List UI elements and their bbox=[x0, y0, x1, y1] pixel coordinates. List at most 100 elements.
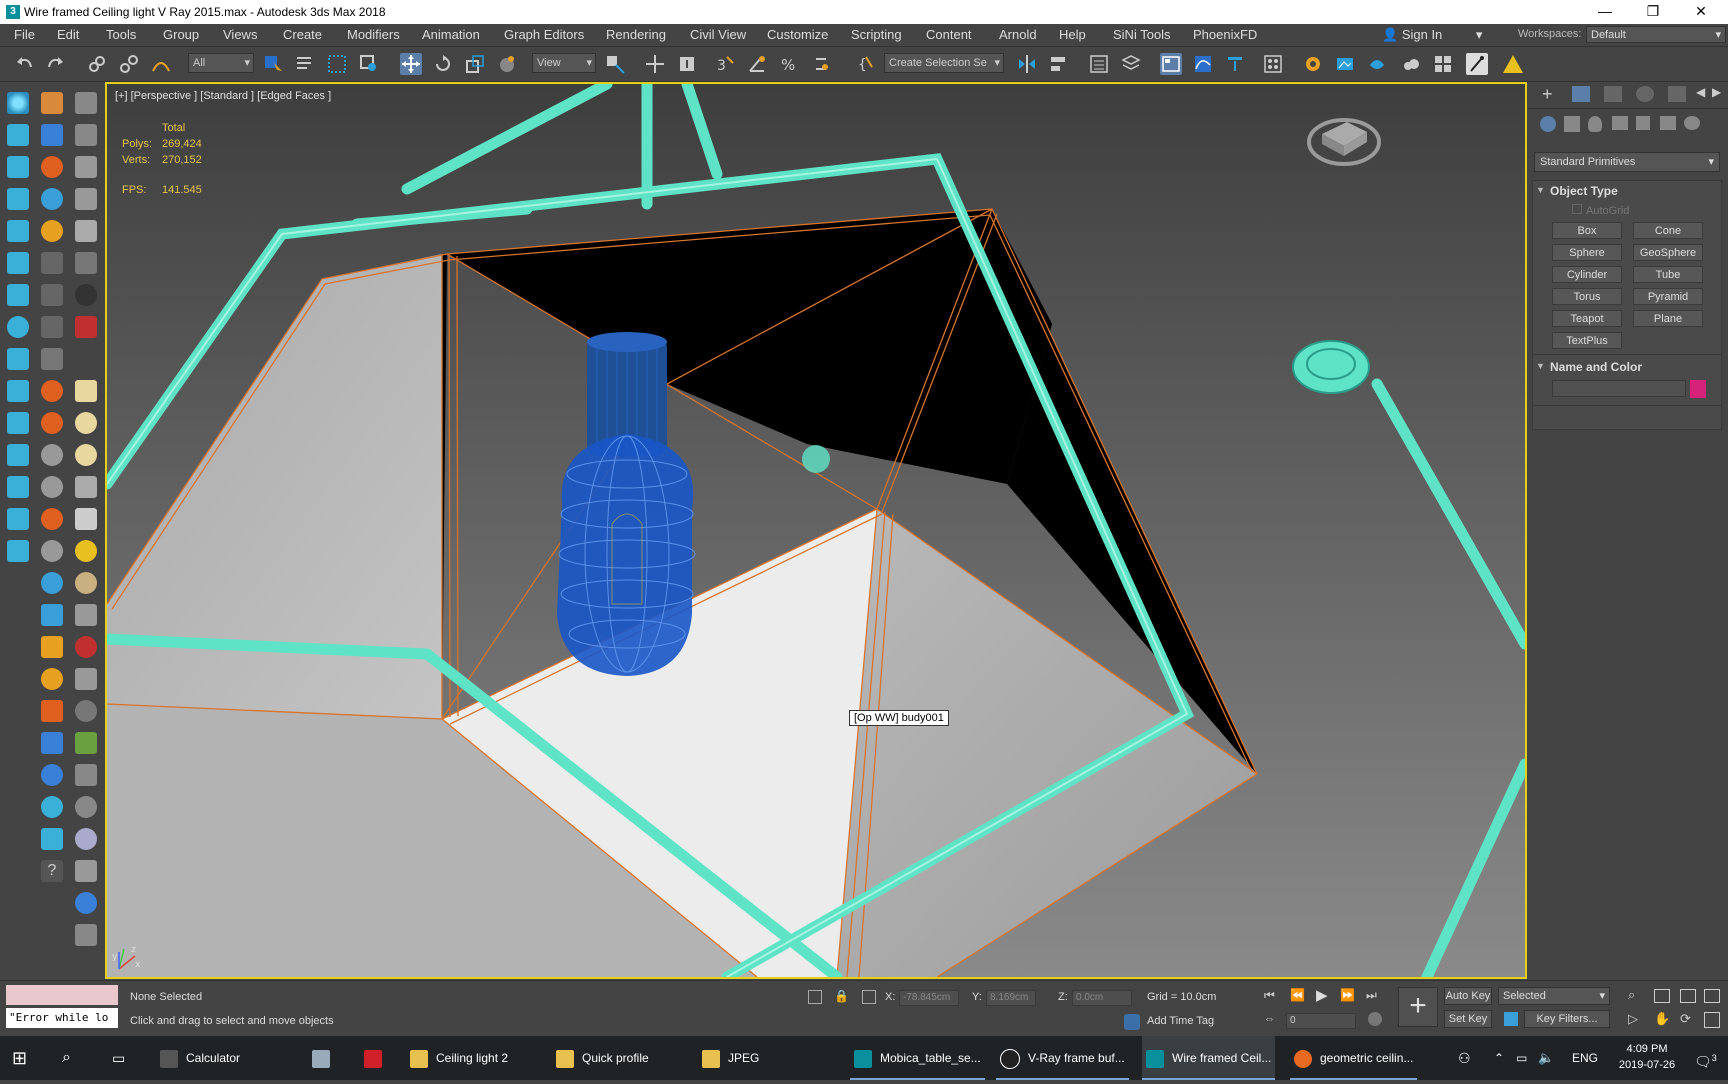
lock-icon[interactable]: 🔒 bbox=[834, 989, 849, 1003]
bottle-icon[interactable] bbox=[41, 732, 63, 754]
square-icon[interactable] bbox=[41, 316, 63, 338]
scale-icon[interactable] bbox=[464, 53, 486, 75]
crystal-icon[interactable] bbox=[75, 668, 97, 690]
menu-views[interactable]: Views bbox=[223, 27, 257, 42]
fire-icon[interactable] bbox=[41, 156, 63, 178]
name-color-title[interactable]: Name and Color bbox=[1550, 360, 1642, 374]
scroll-right-icon[interactable]: ▶ bbox=[1712, 85, 1721, 99]
menu-edit[interactable]: Edit bbox=[57, 27, 79, 42]
menu-help[interactable]: Help bbox=[1059, 27, 1086, 42]
torus-button[interactable]: Torus bbox=[1552, 288, 1622, 305]
maxscript-output[interactable]: "Error while lo bbox=[6, 1008, 118, 1028]
perspective-viewport[interactable]: z x y [+] [Perspective ] [Standard ] [Ed… bbox=[105, 82, 1527, 979]
taskbar-geometric-ceiling[interactable]: geometric ceilin... bbox=[1290, 1036, 1418, 1080]
help-icon[interactable]: ? bbox=[41, 860, 63, 882]
menu-sini-tools[interactable]: SiNi Tools bbox=[1113, 27, 1171, 42]
document-icon[interactable] bbox=[75, 156, 97, 178]
isolate-selection-icon[interactable] bbox=[808, 990, 822, 1004]
path-icon[interactable] bbox=[7, 444, 29, 466]
play-icon[interactable] bbox=[41, 252, 63, 274]
molecule-icon[interactable] bbox=[75, 636, 97, 658]
water-sphere-icon[interactable] bbox=[41, 188, 63, 210]
render-queue-icon[interactable] bbox=[75, 860, 97, 882]
autogrid-checkbox[interactable]: AutoGrid bbox=[1572, 204, 1629, 217]
auto-key-button[interactable]: Auto Key bbox=[1444, 987, 1492, 1005]
teapot-render-icon[interactable] bbox=[41, 92, 63, 114]
grid-tool-icon[interactable] bbox=[7, 348, 29, 370]
schematic-view-icon[interactable] bbox=[1224, 53, 1246, 75]
beach-icon[interactable] bbox=[41, 828, 63, 850]
menu-group[interactable]: Group bbox=[163, 27, 199, 42]
tray-chevron-icon[interactable]: ⌃ bbox=[1494, 1036, 1504, 1080]
menu-modifiers[interactable]: Modifiers bbox=[347, 27, 400, 42]
menu-scripting[interactable]: Scripting bbox=[851, 27, 902, 42]
plant-icon[interactable] bbox=[75, 732, 97, 754]
align-icon[interactable] bbox=[1048, 53, 1070, 75]
sand-icon[interactable] bbox=[75, 572, 97, 594]
layer-explorer-icon[interactable] bbox=[1120, 53, 1142, 75]
menu-phoenixfd[interactable]: PhoenixFD bbox=[1193, 27, 1257, 42]
sun-burst-icon[interactable] bbox=[75, 540, 97, 562]
reference-coordinate-dropdown[interactable]: View ▾ bbox=[532, 53, 596, 73]
menu-create[interactable]: Create bbox=[283, 27, 322, 42]
box-button[interactable]: Box bbox=[1552, 222, 1622, 239]
orbit-view-icon[interactable]: ⟳ bbox=[1680, 1011, 1691, 1027]
render-production-icon[interactable] bbox=[1366, 53, 1388, 75]
notification-center-icon[interactable]: 🗨3 bbox=[1694, 1036, 1717, 1080]
pan-icon[interactable]: ✋ bbox=[1654, 1011, 1670, 1027]
taskbar-app-3[interactable] bbox=[364, 1036, 390, 1080]
sphere-button[interactable]: Sphere bbox=[1552, 244, 1622, 261]
ocean-icon[interactable] bbox=[41, 796, 63, 818]
unlink-icon[interactable] bbox=[118, 53, 140, 75]
box-shape-icon[interactable] bbox=[75, 380, 97, 402]
create-tab-icon[interactable]: + bbox=[1542, 84, 1553, 105]
placement-icon[interactable] bbox=[496, 53, 518, 75]
scene-explorer-icon[interactable] bbox=[1088, 53, 1110, 75]
plane-button[interactable]: Plane bbox=[1633, 310, 1703, 327]
select-object-icon[interactable] bbox=[262, 53, 284, 75]
sun-icon[interactable] bbox=[7, 124, 29, 146]
warning-icon[interactable] bbox=[1502, 53, 1524, 75]
zoom-extents-all-icon[interactable] bbox=[1704, 989, 1720, 1003]
hierarchy-tab-icon[interactable] bbox=[1604, 86, 1622, 102]
lens-icon[interactable] bbox=[75, 284, 97, 306]
dome-icon[interactable] bbox=[75, 412, 97, 434]
undo-icon[interactable] bbox=[14, 53, 36, 75]
time-configuration-icon[interactable] bbox=[1368, 1012, 1382, 1026]
menu-graph-editors[interactable]: Graph Editors bbox=[504, 27, 584, 42]
menu-rendering[interactable]: Rendering bbox=[606, 27, 666, 42]
play-icon[interactable]: ▶ bbox=[1316, 986, 1328, 1004]
cylinder-button[interactable]: Cylinder bbox=[1552, 266, 1622, 283]
windows-start-icon[interactable]: ⊞ bbox=[12, 1036, 36, 1080]
orbit-icon[interactable] bbox=[7, 316, 29, 338]
goto-end-icon[interactable]: ⏭ bbox=[1366, 988, 1377, 1003]
menu-civil-view[interactable]: Civil View bbox=[690, 27, 746, 42]
menu-arnold[interactable]: Arnold bbox=[999, 27, 1037, 42]
fireball-icon[interactable] bbox=[41, 508, 63, 530]
hand-icon[interactable] bbox=[75, 764, 97, 786]
object-name-input[interactable] bbox=[1552, 380, 1686, 397]
zoom-all-icon[interactable] bbox=[1654, 989, 1670, 1003]
cone-shape-icon[interactable] bbox=[75, 508, 97, 530]
redo-icon[interactable] bbox=[44, 53, 66, 75]
menu-animation[interactable]: Animation bbox=[422, 27, 480, 42]
saturn-icon[interactable] bbox=[75, 796, 97, 818]
percent-snap-icon[interactable]: % bbox=[778, 53, 800, 75]
zoom-icon[interactable]: ⌕ bbox=[1628, 987, 1635, 1003]
teapot-button[interactable]: Teapot bbox=[1552, 310, 1622, 327]
rollout-collapse-icon[interactable]: ▼ bbox=[1536, 361, 1545, 371]
geosphere-button[interactable]: GeoSphere bbox=[1633, 244, 1703, 261]
rotate-icon[interactable] bbox=[432, 53, 454, 75]
menu-content[interactable]: Content bbox=[926, 27, 972, 42]
render-setup-icon[interactable] bbox=[1302, 53, 1324, 75]
shapes-icon[interactable] bbox=[1564, 116, 1580, 132]
wave-icon[interactable] bbox=[41, 540, 63, 562]
lights-icon[interactable] bbox=[1588, 116, 1602, 132]
vray-toolbar-icon[interactable] bbox=[1432, 53, 1454, 75]
key-mode-dropdown[interactable]: Selected ▾ bbox=[1498, 987, 1610, 1005]
display-tab-icon[interactable] bbox=[1668, 86, 1686, 102]
x-coordinate-field[interactable]: -78.845cm bbox=[899, 990, 959, 1006]
spinner-snap-icon[interactable] bbox=[810, 53, 832, 75]
maxscript-listener-mini[interactable] bbox=[6, 985, 118, 1005]
rendered-frame-window-icon[interactable] bbox=[1334, 53, 1356, 75]
